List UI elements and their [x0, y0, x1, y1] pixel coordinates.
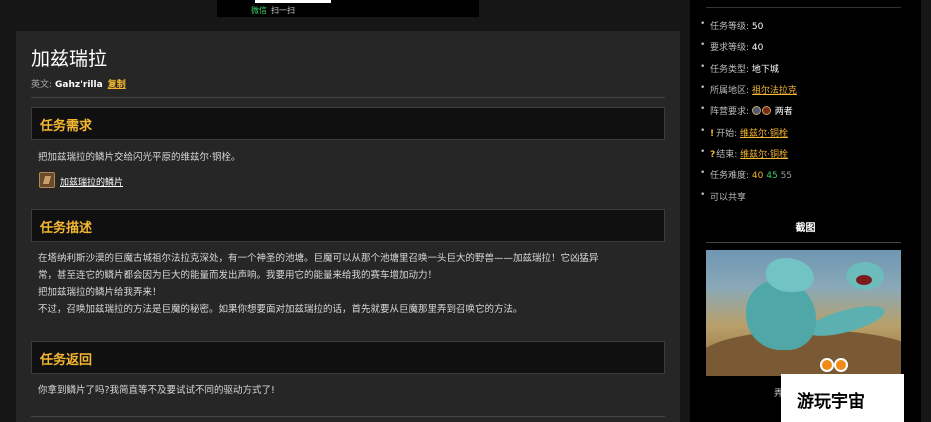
qr-code-edge: [255, 0, 331, 3]
info-label: 所属地区:: [710, 86, 750, 96]
question-mark-icon: ?: [710, 150, 716, 160]
info-zone: 所属地区: 祖尔法拉克: [700, 83, 797, 96]
watermark-text: 游玩宇宙: [797, 392, 865, 412]
qr-promo: 微信 扫一扫: [217, 0, 479, 17]
english-name-line: 英文: Gahz'rilla 复制: [31, 77, 126, 90]
scan-label: 扫一扫: [271, 6, 295, 15]
page-title: 加兹瑞拉: [31, 48, 108, 70]
copy-button[interactable]: 复制: [108, 80, 126, 90]
watermark: 游玩宇宙: [781, 374, 904, 422]
info-faction: 阵营要求: 两者: [700, 104, 793, 117]
info-value: 两者: [774, 107, 793, 117]
info-shareable: 可以共享: [700, 190, 747, 203]
section-return-title: 任务返回: [40, 353, 93, 368]
section-description-title: 任务描述: [40, 221, 93, 236]
description-line: 把加兹瑞拉的鳞片给我弄来！: [38, 287, 162, 298]
info-value: 40: [751, 43, 764, 53]
qr-caption: 微信 扫一扫: [251, 5, 295, 16]
sidebar-divider: [706, 7, 901, 8]
info-label: 任务类型:: [710, 65, 750, 75]
quest-info-sidebar: 任务等级: 50 要求等级: 40 任务类型: 地下城 所属地区: 祖尔法拉克 …: [690, 0, 921, 422]
info-value: 地下城: [751, 65, 779, 75]
info-label: 要求等级:: [710, 43, 750, 53]
info-label: 阵营要求:: [710, 107, 750, 117]
return-text: 你拿到鳞片了吗?我简直等不及要试试不同的驱动方式了!: [38, 385, 275, 396]
info-quest-type: 任务类型: 地下城: [700, 62, 779, 75]
info-label: 任务难度:: [710, 171, 750, 181]
bottom-divider: [31, 416, 665, 417]
description-line: 不过，召唤加兹瑞拉的方法是巨魔的秘密。如果你想要面对加兹瑞拉的话，首先就要从巨魔…: [38, 304, 523, 315]
title-divider: [31, 97, 665, 98]
alliance-icon: [751, 106, 761, 115]
exclamation-icon: !: [710, 129, 715, 139]
english-label: 英文:: [31, 80, 53, 90]
scale-item-icon[interactable]: [39, 172, 55, 188]
info-difficulty: 任务难度: 40 45 55: [700, 168, 793, 181]
screenshot-image[interactable]: [706, 250, 901, 376]
requirements-text: 把加兹瑞拉的鳞片交给闪光平原的维兹尔·铜栓。: [38, 152, 241, 163]
difficulty-value: 45: [766, 171, 778, 181]
info-start-npc: !开始: 维兹尔·铜栓: [700, 126, 788, 139]
site-logo-icon: [820, 354, 890, 376]
section-requirements-title: 任务需求: [40, 119, 93, 134]
english-name: Gahz'rilla: [55, 80, 103, 90]
section-requirements-header: 任务需求: [31, 107, 665, 140]
info-required-level: 要求等级: 40: [700, 40, 764, 53]
end-npc-link[interactable]: 维兹尔·铜栓: [740, 150, 788, 160]
section-description-header: 任务描述: [31, 209, 665, 242]
screenshot-divider: [706, 242, 901, 243]
section-return-header: 任务返回: [31, 341, 665, 374]
info-quest-level: 任务等级: 50: [700, 19, 764, 32]
hydra-mouth: [856, 275, 872, 285]
info-label: 可以共享: [710, 193, 747, 203]
info-value: 50: [751, 22, 764, 32]
info-label: 开始:: [716, 129, 738, 139]
info-label: 任务等级:: [710, 22, 750, 32]
screenshot-title: 截图: [795, 223, 816, 234]
difficulty-value: 40: [751, 171, 764, 181]
wechat-label: 微信: [251, 6, 267, 15]
difficulty-value: 55: [780, 171, 793, 181]
info-end-npc: ?结束: 维兹尔·铜栓: [700, 147, 788, 160]
quest-panel: 加兹瑞拉 英文: Gahz'rilla 复制 任务需求 把加兹瑞拉的鳞片交给闪光平原…: [16, 31, 680, 422]
zone-link[interactable]: 祖尔法拉克: [752, 86, 797, 96]
info-label: 结束:: [716, 150, 738, 160]
hydra-head: [766, 258, 814, 292]
start-npc-link[interactable]: 维兹尔·铜栓: [740, 129, 788, 139]
description-line: 常，甚至连它的鳞片都会因为巨大的能量而发出声响。我要用它的能量来给我的赛车增加动…: [38, 270, 438, 281]
horde-icon: [761, 106, 771, 115]
description-line: 在塔纳利斯沙漠的巨魔古城祖尔法拉克深处，有一个神圣的池塘。巨魔可以从那个池塘里召…: [38, 253, 599, 264]
quest-item-link[interactable]: 加兹瑞拉的鳞片: [60, 175, 123, 188]
description-text: 在塔纳利斯沙漠的巨魔古城祖尔法拉克深处，有一个神圣的池塘。巨魔可以从那个池塘里召…: [38, 250, 658, 318]
